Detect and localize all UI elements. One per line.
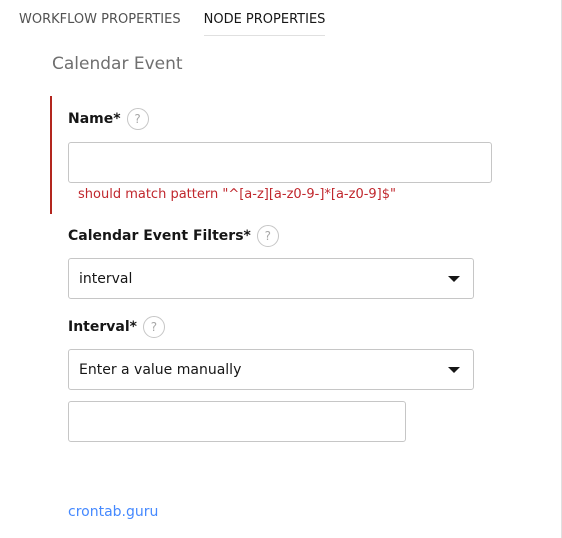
tab-workflow-properties[interactable]: WORKFLOW PROPERTIES bbox=[19, 10, 181, 36]
node-title: Calendar Event bbox=[52, 54, 183, 74]
filters-select[interactable]: interval bbox=[68, 258, 474, 299]
error-indicator-bar bbox=[50, 96, 52, 214]
filters-label-row: Calendar Event Filters* ? bbox=[68, 225, 279, 247]
interval-selected-value: Enter a value manually bbox=[79, 361, 242, 378]
help-icon[interactable]: ? bbox=[142, 316, 165, 338]
caret-down-icon bbox=[448, 366, 460, 373]
interval-label: Interval* bbox=[68, 319, 137, 335]
name-input[interactable] bbox=[68, 142, 492, 183]
filters-selected-value: interval bbox=[79, 270, 133, 287]
tab-node-properties[interactable]: NODE PROPERTIES bbox=[203, 10, 326, 36]
interval-label-row: Interval* ? bbox=[68, 316, 165, 338]
properties-panel: WORKFLOW PROPERTIES NODE PROPERTIES Cale… bbox=[0, 0, 562, 538]
name-error-message: should match pattern "^[a-z][a-z0-9-]*[a… bbox=[78, 187, 396, 202]
interval-select[interactable]: Enter a value manually bbox=[68, 349, 474, 390]
crontab-guru-link[interactable]: crontab.guru bbox=[68, 504, 158, 520]
caret-down-icon bbox=[448, 275, 460, 282]
name-label-row: Name* ? bbox=[68, 108, 149, 130]
properties-tabs: WORKFLOW PROPERTIES NODE PROPERTIES bbox=[19, 10, 326, 36]
help-icon[interactable]: ? bbox=[126, 108, 149, 130]
help-icon[interactable]: ? bbox=[256, 225, 279, 247]
interval-value-input[interactable] bbox=[68, 401, 406, 442]
filters-label: Calendar Event Filters* bbox=[68, 228, 251, 244]
name-label: Name* bbox=[68, 111, 121, 127]
